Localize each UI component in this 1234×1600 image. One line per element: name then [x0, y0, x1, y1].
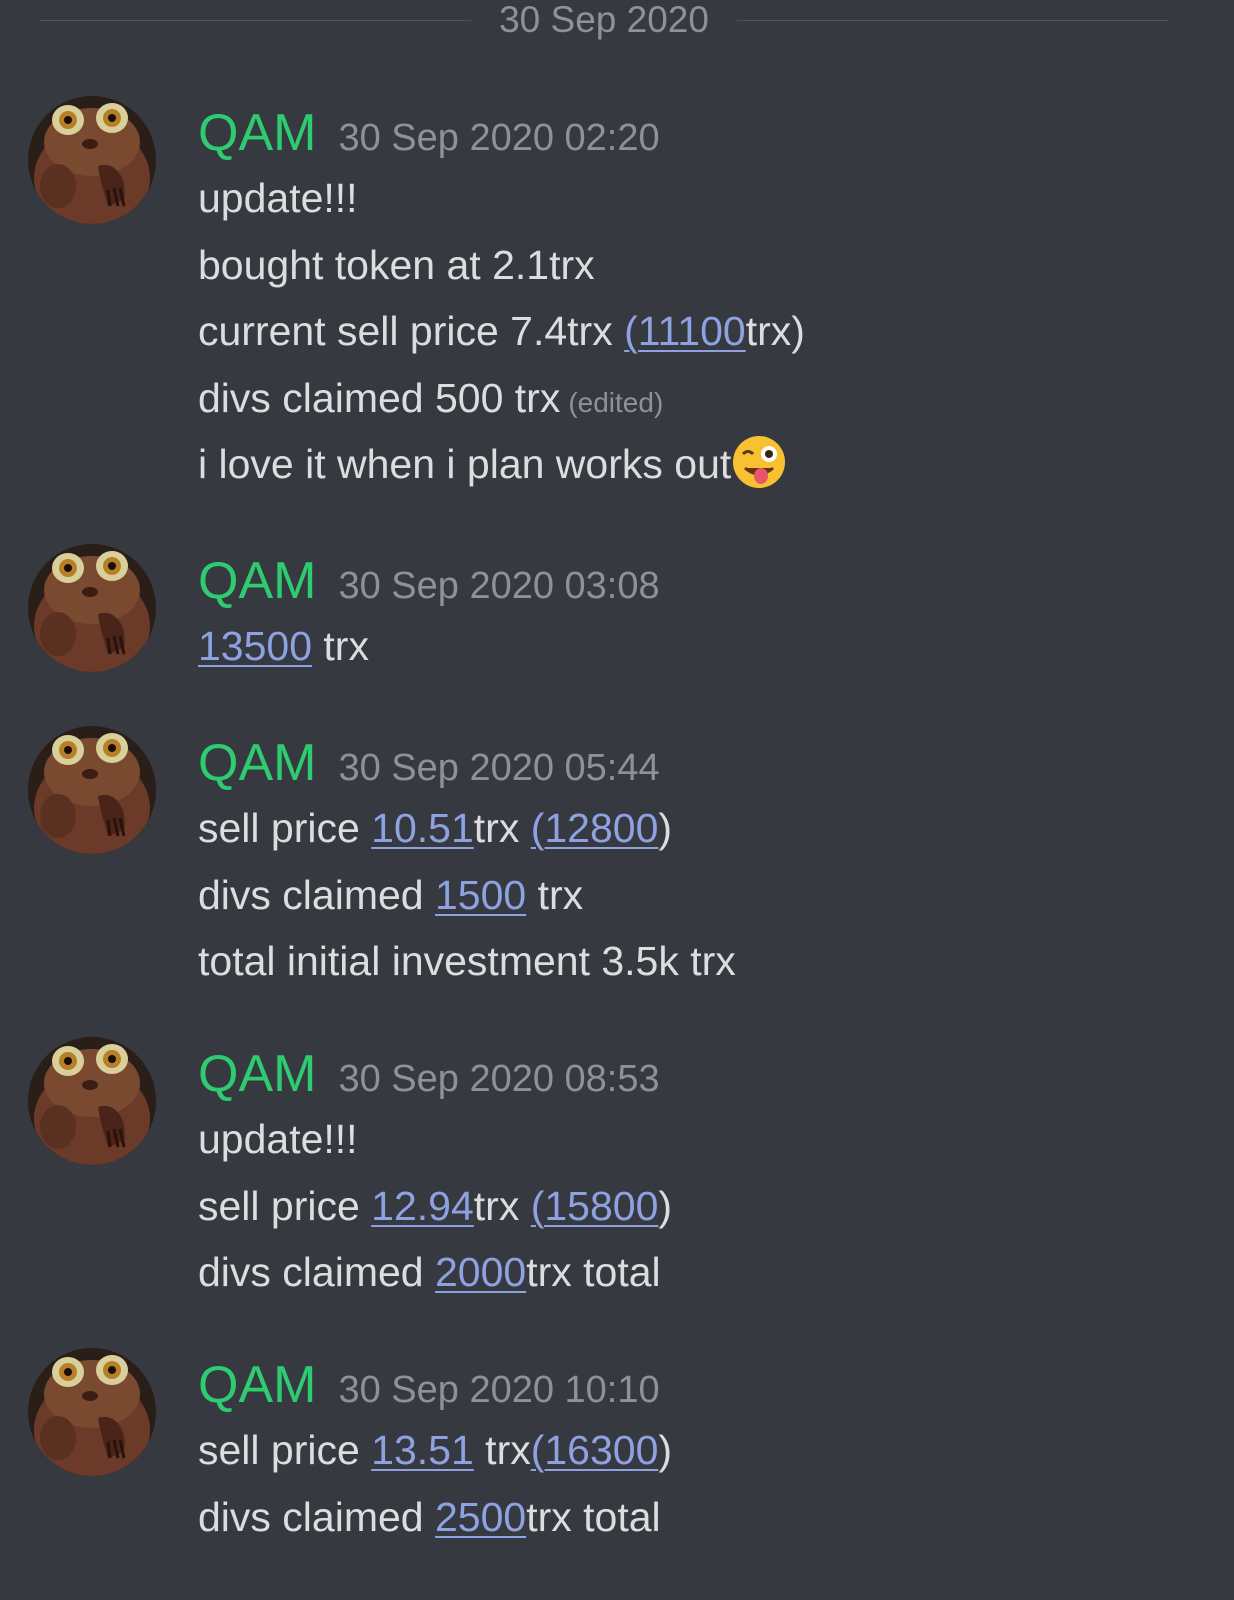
- message-line: sell price 12.94trx (15800): [198, 1173, 1214, 1240]
- text-segment: trx): [745, 308, 805, 354]
- winking-face-with-tongue-icon[interactable]: [731, 434, 787, 510]
- date-divider: 30 Sep 2020: [40, 0, 1169, 40]
- message-line: sell price 10.51trx (12800): [198, 795, 1214, 862]
- link[interactable]: 2000: [435, 1249, 526, 1295]
- divider-line-right: [736, 19, 1169, 21]
- message-header: QAM 30 Sep 2020 02:20: [198, 101, 1214, 165]
- divider-line-left: [40, 19, 472, 21]
- avatar[interactable]: [28, 1037, 156, 1165]
- message-header: QAM 30 Sep 2020 05:44: [198, 731, 1214, 795]
- text-segment: trx: [473, 1427, 531, 1473]
- text-segment: current sell price 7.4trx: [198, 308, 625, 354]
- message-line: divs claimed 1500 trx: [198, 862, 1214, 929]
- message-line: update!!!: [198, 1116, 358, 1162]
- edited-label: (edited): [568, 386, 664, 418]
- message-line: bought token at 2.1trx: [198, 241, 595, 288]
- text-segment: trx: [473, 1182, 531, 1229]
- text-segment: ): [658, 1182, 673, 1229]
- message-line: divs claimed 2500trx total: [198, 1484, 1214, 1551]
- username[interactable]: QAM: [198, 549, 316, 613]
- message-header: QAM 30 Sep 2020 03:08: [198, 549, 1214, 613]
- avatar[interactable]: [28, 544, 156, 672]
- text-segment: divs claimed: [198, 1493, 435, 1540]
- timestamp: 30 Sep 2020 08:53: [338, 1058, 660, 1100]
- link[interactable]: (16300: [531, 1427, 659, 1473]
- text-segment: divs claimed: [198, 871, 435, 918]
- username[interactable]: QAM: [198, 1042, 316, 1106]
- text-segment: trx total: [526, 1493, 661, 1540]
- text-segment: trx: [473, 805, 531, 851]
- link[interactable]: (12800: [531, 805, 659, 851]
- username[interactable]: QAM: [198, 731, 316, 795]
- text-segment: divs claimed 500 trx: [198, 374, 561, 421]
- text-segment: trx: [312, 623, 369, 669]
- text-segment: trx total: [526, 1249, 661, 1295]
- timestamp: 30 Sep 2020 10:10: [338, 1369, 660, 1411]
- message-line: current sell price 7.4trx (11100trx): [198, 298, 1214, 365]
- text-segment: i love it when i plan works out: [198, 441, 732, 487]
- text-segment: sell price: [198, 805, 372, 851]
- link[interactable]: 13.51: [371, 1427, 474, 1473]
- timestamp: 30 Sep 2020 03:08: [338, 565, 660, 607]
- message-header: QAM 30 Sep 2020 10:10: [198, 1353, 1214, 1417]
- text-segment: trx: [526, 871, 584, 918]
- text-segment: divs claimed: [198, 1249, 435, 1295]
- message-line: divs claimed 2000trx total: [198, 1239, 1214, 1306]
- text-segment: ): [658, 1427, 673, 1473]
- timestamp: 30 Sep 2020 05:44: [338, 747, 660, 789]
- username[interactable]: QAM: [198, 1353, 316, 1417]
- username[interactable]: QAM: [198, 101, 316, 165]
- text-segment: sell price: [198, 1182, 372, 1229]
- link[interactable]: 12.94: [371, 1183, 474, 1229]
- avatar[interactable]: [28, 726, 156, 854]
- message-line: update!!!: [198, 175, 358, 221]
- link[interactable]: 13500: [198, 623, 312, 669]
- message-line: i love it when i plan works out: [198, 431, 1214, 498]
- timestamp: 30 Sep 2020 02:20: [338, 117, 660, 159]
- link[interactable]: 2500: [435, 1494, 526, 1540]
- message-line: 13500 trx: [198, 613, 1214, 680]
- text-segment: ): [658, 805, 673, 851]
- link[interactable]: (15800: [531, 1183, 659, 1229]
- text-segment: sell price: [198, 1427, 372, 1473]
- message-line: divs claimed 500 trx (edited): [198, 365, 1214, 432]
- link[interactable]: (11100: [624, 308, 746, 354]
- link[interactable]: 10.51: [371, 805, 474, 851]
- divider-date: 30 Sep 2020: [499, 0, 709, 40]
- message-line: total initial investment 3.5k trx: [198, 938, 736, 984]
- avatar[interactable]: [28, 96, 156, 224]
- message-header: QAM 30 Sep 2020 08:53: [198, 1042, 1214, 1106]
- avatar[interactable]: [28, 1348, 156, 1476]
- message-line: sell price 13.51 trx(16300): [198, 1417, 1214, 1484]
- link[interactable]: 1500: [435, 872, 526, 918]
